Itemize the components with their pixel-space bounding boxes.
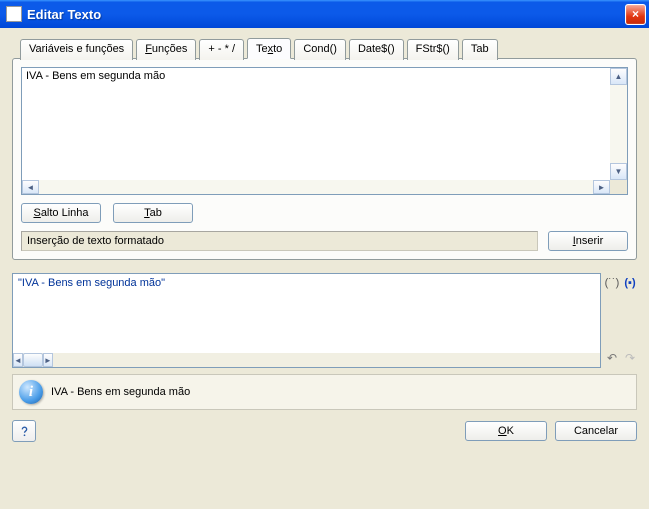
scroll-track[interactable] — [39, 180, 593, 194]
help-icon — [18, 425, 31, 438]
bracket-icon[interactable]: (˙˙) — [604, 275, 620, 291]
tab-texto[interactable]: Texto — [247, 38, 291, 59]
tab-cond[interactable]: Cond() — [294, 39, 346, 60]
inserir-button[interactable]: Inserir — [548, 231, 628, 251]
cancel-button[interactable]: Cancelar — [555, 421, 637, 441]
text-buttons-row: Salto Linha Tab — [21, 203, 628, 223]
scroll-right-icon[interactable]: ► — [593, 180, 610, 194]
tab-panel: IVA - Bens em segunda mão ▲ ▼ ◄ ► Salto … — [12, 58, 637, 260]
window-title: Editar Texto — [27, 7, 625, 22]
window-body: Variáveis e funções Funções + - * / Text… — [0, 28, 649, 450]
status-row: Inserção de texto formatado Inserir — [21, 231, 628, 251]
scroll-track[interactable] — [610, 85, 627, 163]
tab-fstr[interactable]: FStr$() — [407, 39, 459, 60]
expression-value: "IVA - Bens em segunda mão" — [13, 274, 600, 353]
expression-hscrollbar[interactable]: ◄ ► — [13, 353, 600, 367]
tab-tab[interactable]: Tab — [462, 39, 498, 60]
scroll-left-icon[interactable]: ◄ — [13, 353, 23, 367]
horizontal-scrollbar[interactable]: ◄ ► — [22, 180, 610, 194]
salto-linha-button[interactable]: Salto Linha — [21, 203, 101, 223]
paren-fill-icon[interactable]: (▪) — [622, 275, 638, 291]
tab-funcoes[interactable]: Funções — [136, 39, 196, 60]
tab-date[interactable]: Date$() — [349, 39, 404, 60]
scroll-thumb[interactable] — [23, 353, 43, 367]
expression-side-icons: (˙˙) (▪) ↶ ↷ — [605, 273, 637, 368]
close-button[interactable]: × — [625, 4, 646, 25]
scroll-right-icon[interactable]: ► — [43, 353, 53, 367]
dialog-buttons-row: OK Cancelar — [12, 420, 637, 442]
tab-operators[interactable]: + - * / — [199, 39, 244, 60]
status-text: Inserção de texto formatado — [21, 231, 538, 251]
tab-row: Variáveis e funções Funções + - * / Text… — [20, 38, 637, 59]
titlebar: Editar Texto × — [0, 0, 649, 28]
scroll-left-icon[interactable]: ◄ — [22, 180, 39, 194]
scroll-down-icon[interactable]: ▼ — [610, 163, 627, 180]
info-text: IVA - Bens em segunda mão — [51, 386, 190, 398]
undo-icon[interactable]: ↶ — [604, 350, 620, 366]
help-button[interactable] — [12, 420, 36, 442]
scroll-up-icon[interactable]: ▲ — [610, 68, 627, 85]
text-input-area[interactable]: IVA - Bens em segunda mão ▲ ▼ ◄ ► — [21, 67, 628, 195]
tab-button[interactable]: Tab — [113, 203, 193, 223]
close-icon: × — [632, 7, 639, 21]
text-input-value: IVA - Bens em segunda mão — [22, 68, 610, 180]
expression-input[interactable]: "IVA - Bens em segunda mão" ◄ ► — [12, 273, 601, 368]
info-row: i IVA - Bens em segunda mão — [12, 374, 637, 410]
tab-variaveis[interactable]: Variáveis e funções — [20, 39, 133, 60]
vertical-scrollbar[interactable]: ▲ ▼ — [610, 68, 627, 180]
expression-panel: "IVA - Bens em segunda mão" ◄ ► (˙˙) (▪)… — [12, 273, 637, 368]
scroll-corner — [610, 180, 627, 194]
ok-button[interactable]: OK — [465, 421, 547, 441]
redo-icon[interactable]: ↷ — [622, 350, 638, 366]
app-icon — [6, 6, 22, 22]
info-icon: i — [19, 380, 43, 404]
